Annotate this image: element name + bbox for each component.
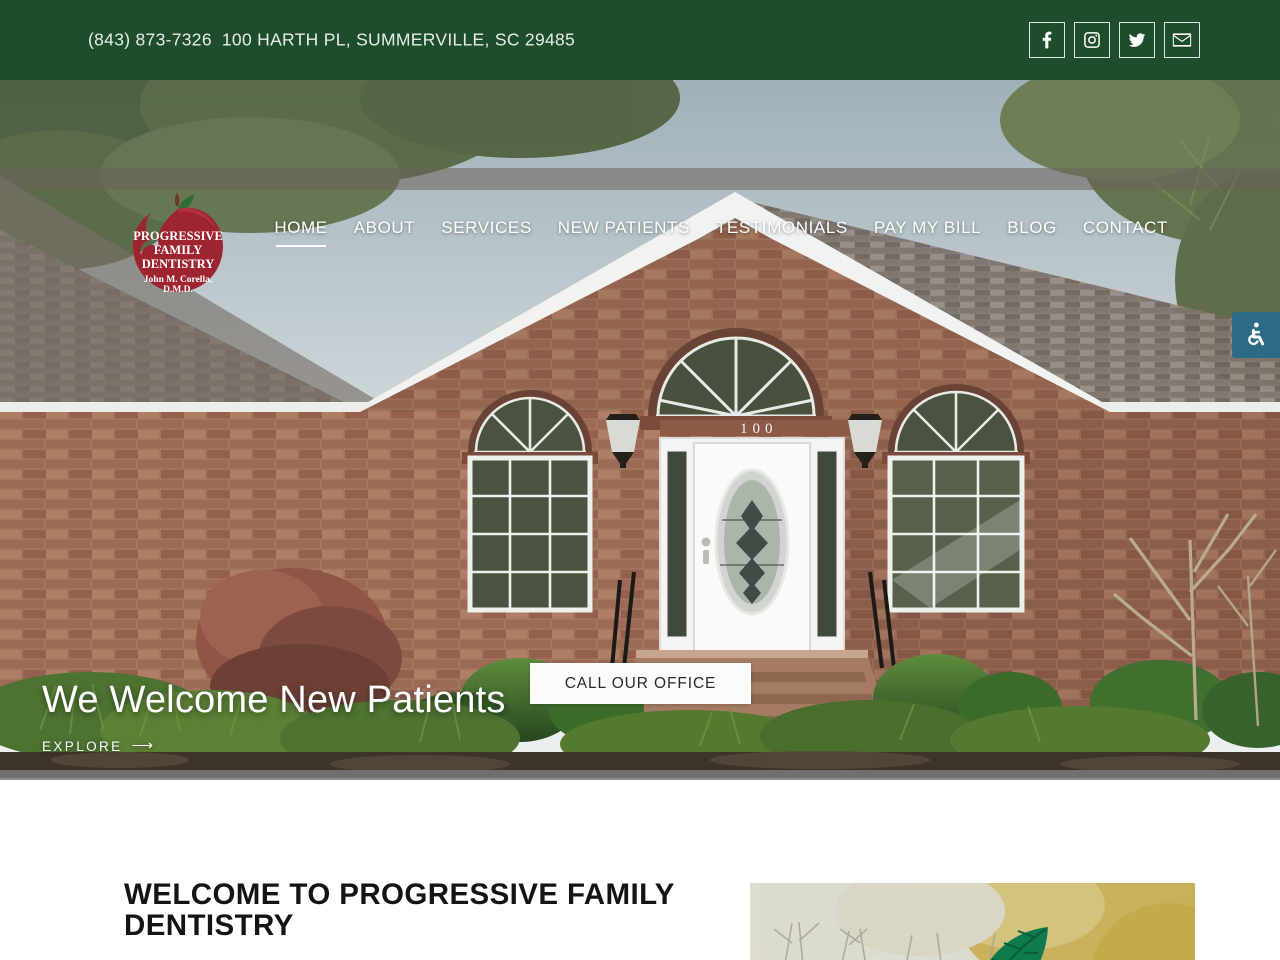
hero-explore-label: EXPLORE xyxy=(42,739,123,754)
top-contact-bar: (843) 873-7326 100 HARTH PL, SUMMERVILLE,… xyxy=(0,0,1280,80)
svg-text:100: 100 xyxy=(740,421,778,437)
contact-info: (843) 873-7326 100 HARTH PL, SUMMERVILLE,… xyxy=(88,30,575,51)
accessibility-toggle-button[interactable] xyxy=(1232,312,1280,358)
office-address[interactable]: 100 HARTH PL, SUMMERVILLE, SC 29485 xyxy=(222,30,575,50)
social-link-facebook[interactable] xyxy=(1029,22,1065,58)
social-link-instagram[interactable] xyxy=(1074,22,1110,58)
svg-text:John M. Corella,: John M. Corella, xyxy=(144,275,213,285)
nav-item-pay-my-bill[interactable]: PAY MY BILL xyxy=(874,218,981,247)
svg-text:DENTISTRY: DENTISTRY xyxy=(142,257,215,271)
phone-number[interactable]: (843) 873-7326 xyxy=(88,30,212,50)
welcome-section: WELCOME TO PROGRESSIVE FAMILY DENTISTRY … xyxy=(0,780,1280,960)
social-link-email[interactable] xyxy=(1164,22,1200,58)
call-our-office-button[interactable]: CALL OUR OFFICE xyxy=(530,663,751,704)
instagram-icon xyxy=(1082,30,1102,50)
welcome-apple-image xyxy=(750,883,1195,960)
social-links xyxy=(1029,22,1200,58)
site-logo[interactable]: PROGRESSIVE FAMILY DENTISTRY John M. Cor… xyxy=(123,192,233,297)
svg-text:D.M.D.: D.M.D. xyxy=(163,285,193,295)
nav-item-blog[interactable]: BLOG xyxy=(1007,218,1057,247)
hero-caption: We Welcome New Patients EXPLORE ⟶ xyxy=(42,679,506,756)
welcome-text-block: WELCOME TO PROGRESSIVE FAMILY DENTISTRY … xyxy=(124,878,684,960)
arrow-right-icon: ⟶ xyxy=(131,737,156,754)
nav-item-new-patients[interactable]: NEW PATIENTS xyxy=(558,218,690,247)
nav-item-home[interactable]: HOME xyxy=(274,218,327,247)
svg-text:PROGRESSIVE: PROGRESSIVE xyxy=(133,229,223,243)
nav-item-testimonials[interactable]: TESTIMONIALS xyxy=(716,218,848,247)
svg-text:FAMILY: FAMILY xyxy=(154,243,203,257)
nav-item-contact[interactable]: CONTACT xyxy=(1083,218,1168,247)
facebook-icon xyxy=(1037,30,1057,50)
twitter-icon xyxy=(1127,30,1147,50)
hero-explore-link[interactable]: EXPLORE ⟶ xyxy=(42,737,156,754)
envelope-icon xyxy=(1172,32,1192,48)
wheelchair-icon xyxy=(1242,321,1270,349)
page-title: WELCOME TO PROGRESSIVE FAMILY DENTISTRY xyxy=(124,878,675,942)
main-navigation: HOME ABOUT SERVICES NEW PATIENTS TESTIMO… xyxy=(274,218,1168,247)
hero-title: We Welcome New Patients xyxy=(42,679,506,722)
nav-item-about[interactable]: ABOUT xyxy=(354,218,416,247)
hero-banner: 100 PROGRESSIVE FAMILY DENTISTRY John M.… xyxy=(0,80,1280,780)
nav-item-services[interactable]: SERVICES xyxy=(441,218,531,247)
social-link-twitter[interactable] xyxy=(1119,22,1155,58)
